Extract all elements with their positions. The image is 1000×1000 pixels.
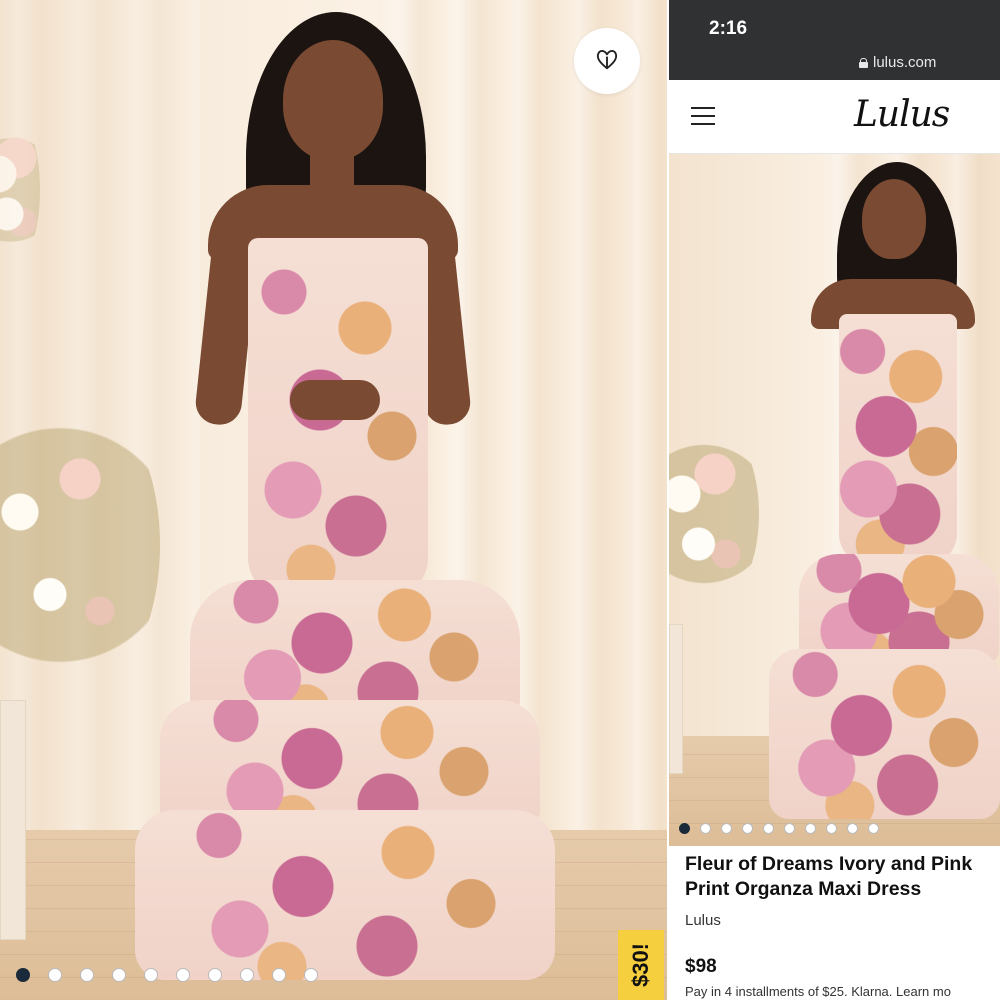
dress-ruffle-tier-3 [135,810,555,980]
url-bar[interactable]: lulus.com [859,54,936,71]
phone-screenshot: 2:16 lulus.com Lulus Fleur of Dreams Ivo… [669,0,1000,1000]
carousel-dot[interactable] [112,968,126,982]
carousel-dot[interactable] [847,823,858,834]
dress-ruffle-tier-1 [190,580,520,720]
pedestal [0,700,26,940]
carousel-dot[interactable] [805,823,816,834]
carousel-dot[interactable] [868,823,879,834]
pedestal [669,624,683,774]
model-face [862,179,926,259]
carousel-indicator[interactable] [679,823,879,834]
carousel-dot[interactable] [304,968,318,982]
carousel-dot[interactable] [176,968,190,982]
carousel-dot[interactable] [679,823,690,834]
brand-name[interactable]: Lulus [685,912,721,929]
model-face [283,40,383,160]
carousel-dot[interactable] [763,823,774,834]
dress-ruffle-tier-2 [769,649,1000,819]
url-text: lulus.com [873,54,937,71]
carousel-dot[interactable] [144,968,158,982]
product-photo-small[interactable] [669,154,1000,846]
carousel-dot[interactable] [826,823,837,834]
carousel-dot[interactable] [240,968,254,982]
carousel-dot[interactable] [742,823,753,834]
dress-ruffle-tier-1 [799,554,999,664]
lock-icon [859,57,868,68]
carousel-dot[interactable] [208,968,222,982]
heart-icon [593,45,621,78]
model-hands [290,380,380,420]
carousel-dot[interactable] [272,968,286,982]
carousel-dot[interactable] [784,823,795,834]
dress-bodice [839,314,957,564]
site-logo[interactable]: Lulus [854,94,950,135]
installments-text[interactable]: Pay in 4 installments of $25. Klarna. Le… [685,984,951,999]
favorite-button[interactable] [574,28,640,94]
browser-status-bar: 2:16 lulus.com [669,0,1000,80]
carousel-dot[interactable] [16,968,30,982]
product-price: $98 [685,956,717,977]
carousel-dot[interactable] [48,968,62,982]
product-photo-large[interactable] [0,0,667,1000]
site-header: Lulus [669,80,1000,154]
flower-arrangement [669,414,759,614]
carousel-indicator[interactable] [16,968,318,982]
carousel-dot[interactable] [721,823,732,834]
carousel-dot[interactable] [80,968,94,982]
carousel-dot[interactable] [700,823,711,834]
status-time: 2:16 [709,18,748,39]
hamburger-menu-icon[interactable] [691,107,715,125]
product-title: Fleur of Dreams Ivory and Pink Print Org… [685,853,973,900]
price-tab[interactable]: $30! [618,930,664,1000]
